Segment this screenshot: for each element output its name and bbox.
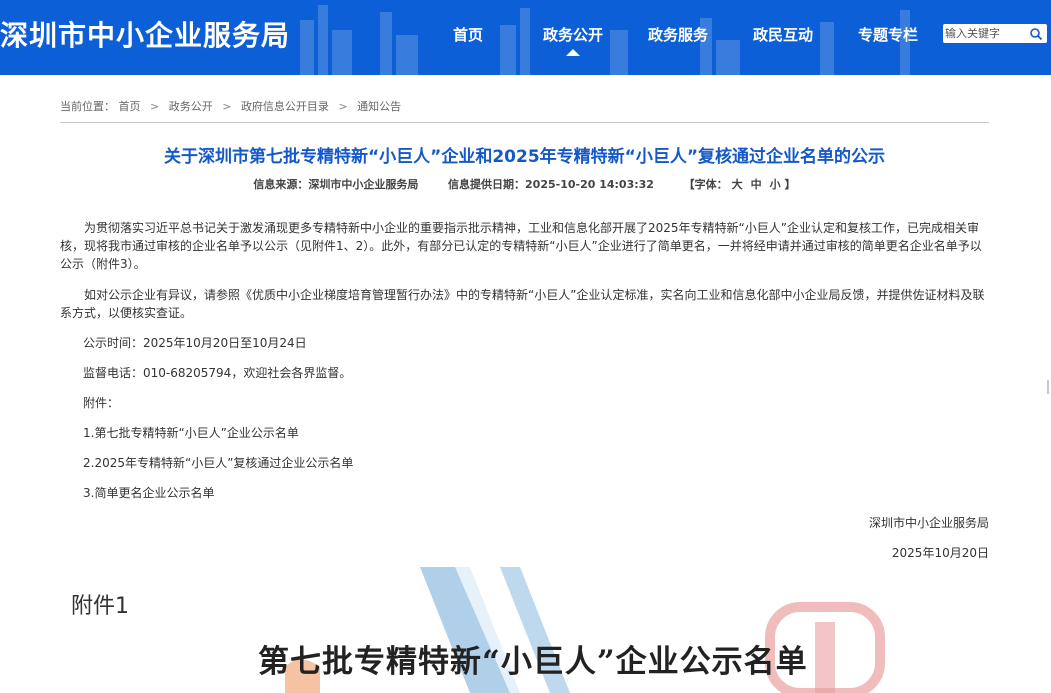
site-title[interactable]: 深圳市中小企业服务局 xyxy=(0,14,290,54)
bird-logo-icon xyxy=(10,665,43,679)
nav-item-special-topics[interactable]: 专题专栏 xyxy=(858,24,918,45)
signature-date: 2025年10月20日 xyxy=(891,546,989,560)
font-size-small-button[interactable]: 小 xyxy=(770,178,781,191)
search-input[interactable] xyxy=(945,25,1025,42)
font-size-label: 【字体： xyxy=(683,178,728,191)
supervision-phone: 监督电话：010-68205794，欢迎社会各界监督。 xyxy=(83,366,352,380)
attachment-link-1[interactable]: 1.第七批专精特新“小巨人”企业公示名单 xyxy=(83,424,299,441)
nav-item-government-services[interactable]: 政务服务 xyxy=(648,24,708,45)
attachment-heading-label: 附件1 xyxy=(71,594,129,619)
breadcrumb-separator: > xyxy=(222,100,232,113)
breadcrumb-item-home[interactable]: 首页 xyxy=(119,98,141,114)
nav-item-public-interaction[interactable]: 政民互动 xyxy=(753,24,813,45)
breadcrumb-item-government-affairs[interactable]: 政务公开 xyxy=(169,98,213,114)
signature-org: 深圳市中小企业服务局 xyxy=(868,516,989,530)
breadcrumb: 当前位置： 首页 > 政务公开 > 政府信息公开目录 > 通知公告 xyxy=(60,98,401,114)
active-nav-indicator xyxy=(566,49,580,56)
attachment-link-3[interactable]: 3.简单更名企业公示名单 xyxy=(83,484,214,501)
search-box xyxy=(943,24,1047,43)
site-header: 深圳市中小企业服务局 首页 政务公开 政务服务 政民互动 专题专栏 xyxy=(0,0,1051,75)
font-size-close: 】 xyxy=(784,178,796,191)
nav-item-home[interactable]: 首页 xyxy=(453,24,483,45)
breadcrumb-prefix: 当前位置： xyxy=(60,100,115,113)
font-size-medium-button[interactable]: 中 xyxy=(751,178,762,191)
breadcrumb-item-info-catalog[interactable]: 政府信息公开目录 xyxy=(241,98,329,114)
font-size-large-button[interactable]: 大 xyxy=(732,178,743,191)
date-value: 2025-10-20 14:03:32 xyxy=(525,178,654,191)
breadcrumb-separator: > xyxy=(338,100,348,113)
publicity-period: 公示时间：2025年10月20日至10月24日 xyxy=(83,336,307,350)
scrollbar-thumb[interactable] xyxy=(1047,380,1049,394)
article-meta: 信息来源：深圳市中小企业服务局 信息提供日期：2025-10-20 14:03:… xyxy=(60,176,989,192)
breadcrumb-divider xyxy=(60,122,989,123)
attachment-link-2[interactable]: 2.2025年专精特新“小巨人”复核通过企业公示名单 xyxy=(83,454,353,471)
article-paragraph: 为贯彻落实习近平总书记关于激发涌现更多专精特新中小企业的重要指示批示精神，工业和… xyxy=(60,221,982,271)
breadcrumb-item-notices[interactable]: 通知公告 xyxy=(357,98,401,114)
date-label: 信息提供日期： xyxy=(448,178,526,191)
nav-item-government-affairs[interactable]: 政务公开 xyxy=(543,24,603,45)
attachments-label: 附件： xyxy=(83,396,120,410)
article-paragraph: 如对公示企业有异议，请参照《优质中小企业梯度培育管理暂行办法》中的专精特新“小巨… xyxy=(60,288,985,320)
watermark-text: 大数跨境 xyxy=(52,665,129,687)
breadcrumb-separator: > xyxy=(150,100,160,113)
source-label: 信息来源： xyxy=(253,178,309,191)
source-value: 深圳市中小企业服务局 xyxy=(308,178,419,191)
article-title: 关于深圳市第七批专精特新“小巨人”企业和2025年专精特新“小巨人”复核通过企业… xyxy=(163,147,885,167)
search-icon[interactable] xyxy=(1029,27,1043,41)
document-heading: 第七批专精特新“小巨人”企业公示名单 xyxy=(258,644,808,680)
